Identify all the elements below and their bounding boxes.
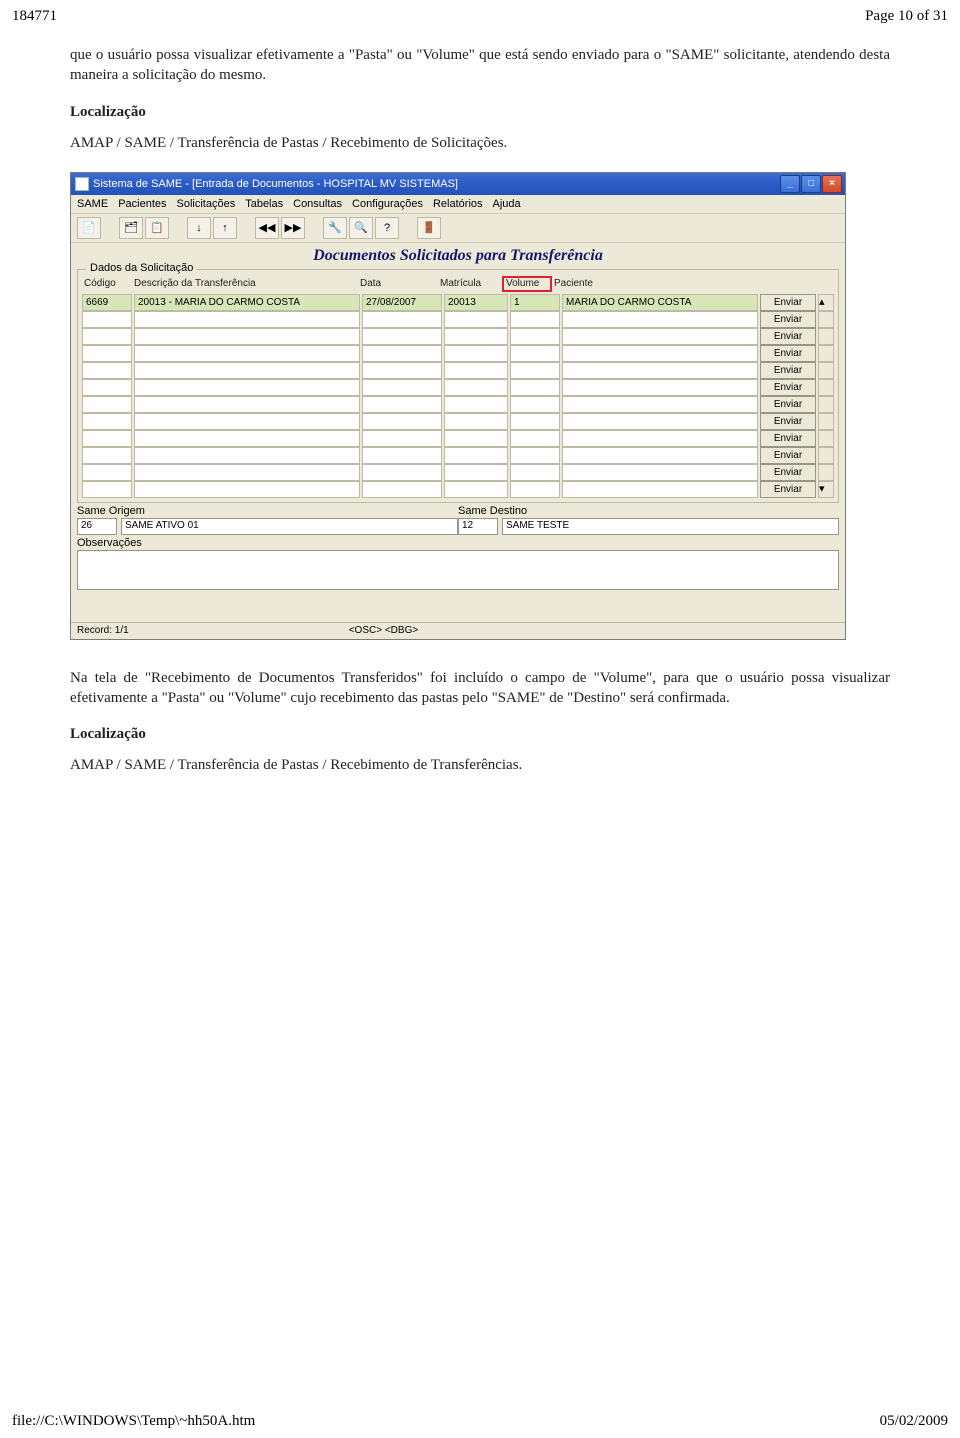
same-origem-name[interactable]: SAME ATIVO 01 [121, 518, 458, 535]
footer-path: file://C:\WINDOWS\Temp\~hh50A.htm [12, 1413, 255, 1430]
same-destino-name[interactable]: SAME TESTE [502, 518, 839, 535]
toolbar-nav-up[interactable]: ↑ [213, 217, 237, 239]
menu-pacientes[interactable]: Pacientes [118, 198, 166, 210]
enviar-button[interactable]: Enviar [760, 328, 816, 345]
table-row: Enviar [82, 396, 834, 413]
window-title: Sistema de SAME - [Entrada de Documentos… [93, 178, 458, 190]
col-action [760, 276, 818, 292]
observacoes-label: Observações [77, 537, 839, 549]
enviar-button[interactable]: Enviar [760, 430, 816, 447]
doc-id: 184771 [12, 8, 57, 25]
menu-same[interactable]: SAME [77, 198, 108, 210]
table-row[interactable]: 6669 20013 - MARIA DO CARMO COSTA 27/08/… [82, 294, 834, 311]
table-row: Enviar▾ [82, 481, 834, 498]
table-row: Enviar [82, 413, 834, 430]
cell-codigo: 6669 [82, 294, 132, 311]
menu-consultas[interactable]: Consultas [293, 198, 342, 210]
toolbar: 📄 🗂 📋 ↓ ↑ ◀◀ ▶▶ 🔧 🔍 ? 🚪 [71, 214, 845, 243]
maximize-button[interactable]: □ [801, 175, 821, 193]
paragraph-2: Na tela de "Recebimento de Documentos Tr… [70, 668, 890, 709]
same-destino-label: Same Destino [458, 505, 839, 517]
menu-relatorios[interactable]: Relatórios [433, 198, 483, 210]
toolbar-nav-first[interactable]: ◀◀ [255, 217, 279, 239]
cell-desc: 20013 - MARIA DO CARMO COSTA [134, 294, 360, 311]
cell-matricula: 20013 [444, 294, 508, 311]
table-row: Enviar [82, 328, 834, 345]
enviar-button[interactable]: Enviar [760, 345, 816, 362]
menu-configuracoes[interactable]: Configurações [352, 198, 423, 210]
close-button[interactable]: × [822, 175, 842, 193]
cell-volume: 1 [510, 294, 560, 311]
localizacao-heading-2: Localização [70, 726, 890, 743]
enviar-button[interactable]: Enviar [760, 379, 816, 396]
scrollbar-up-icon[interactable]: ▴ [818, 294, 834, 311]
toolbar-btn-3[interactable]: 📋 [145, 217, 169, 239]
table-row: Enviar [82, 345, 834, 362]
localizacao-heading-1: Localização [70, 104, 890, 121]
titlebar: Sistema de SAME - [Entrada de Documentos… [71, 173, 845, 195]
enviar-button[interactable]: Enviar [760, 396, 816, 413]
enviar-button[interactable]: Enviar [760, 413, 816, 430]
paragraph-1: que o usuário possa visualizar efetivame… [70, 45, 890, 86]
col-desc: Descrição da Transferência [132, 276, 358, 292]
scrollbar-down-icon[interactable]: ▾ [818, 481, 834, 498]
dados-solicitacao-group: Dados da Solicitação Código Descrição da… [77, 269, 839, 503]
table-row: Enviar [82, 379, 834, 396]
enviar-button[interactable]: Enviar [760, 464, 816, 481]
menubar: SAME Pacientes Solicitações Tabelas Cons… [71, 195, 845, 214]
toolbar-nav-down[interactable]: ↓ [187, 217, 211, 239]
same-destino-code[interactable]: 12 [458, 518, 498, 535]
menu-ajuda[interactable]: Ajuda [493, 198, 521, 210]
statusbar: Record: 1/1 <OSC> <DBG> [71, 622, 845, 639]
col-data: Data [358, 276, 438, 292]
toolbar-nav-last[interactable]: ▶▶ [281, 217, 305, 239]
menu-tabelas[interactable]: Tabelas [245, 198, 283, 210]
menu-solicitacoes[interactable]: Solicitações [177, 198, 236, 210]
toolbar-btn-tool2[interactable]: 🔍 [349, 217, 373, 239]
toolbar-btn-exit[interactable]: 🚪 [417, 217, 441, 239]
cell-data: 27/08/2007 [362, 294, 442, 311]
group-legend: Dados da Solicitação [86, 262, 197, 274]
toolbar-btn-tool1[interactable]: 🔧 [323, 217, 347, 239]
status-mode: <OSC> <DBG> [349, 625, 418, 636]
cell-paciente: MARIA DO CARMO COSTA [562, 294, 758, 311]
app-icon [75, 177, 89, 191]
app-window: Sistema de SAME - [Entrada de Documentos… [70, 172, 846, 640]
same-origem-code[interactable]: 26 [77, 518, 117, 535]
localizacao-path-1: AMAP / SAME / Transferência de Pastas / … [70, 135, 890, 152]
toolbar-btn-help[interactable]: ? [375, 217, 399, 239]
localizacao-path-2: AMAP / SAME / Transferência de Pastas / … [70, 757, 890, 774]
table-row: Enviar [82, 430, 834, 447]
toolbar-btn-1[interactable]: 📄 [77, 217, 101, 239]
enviar-button[interactable]: Enviar [760, 311, 816, 328]
toolbar-btn-2[interactable]: 🗂 [119, 217, 143, 239]
enviar-button[interactable]: Enviar [760, 362, 816, 379]
table-header: Código Descrição da Transferência Data M… [82, 276, 834, 292]
status-record: Record: 1/1 [77, 625, 129, 636]
col-volume-highlighted: Volume [502, 276, 552, 292]
table-row: Enviar [82, 447, 834, 464]
page-number: Page 10 of 31 [865, 8, 948, 25]
enviar-button[interactable]: Enviar [760, 481, 816, 498]
col-scroll [818, 276, 834, 292]
footer-date: 05/02/2009 [880, 1413, 948, 1430]
col-paciente: Paciente [552, 276, 760, 292]
col-codigo: Código [82, 276, 132, 292]
observacoes-field[interactable] [77, 550, 839, 590]
table-row: Enviar [82, 362, 834, 379]
enviar-button[interactable]: Enviar [760, 447, 816, 464]
table-row: Enviar [82, 311, 834, 328]
same-origem-label: Same Origem [77, 505, 458, 517]
enviar-button[interactable]: Enviar [760, 294, 816, 311]
table-row: Enviar [82, 464, 834, 481]
minimize-button[interactable]: _ [780, 175, 800, 193]
col-matricula: Matrícula [438, 276, 502, 292]
